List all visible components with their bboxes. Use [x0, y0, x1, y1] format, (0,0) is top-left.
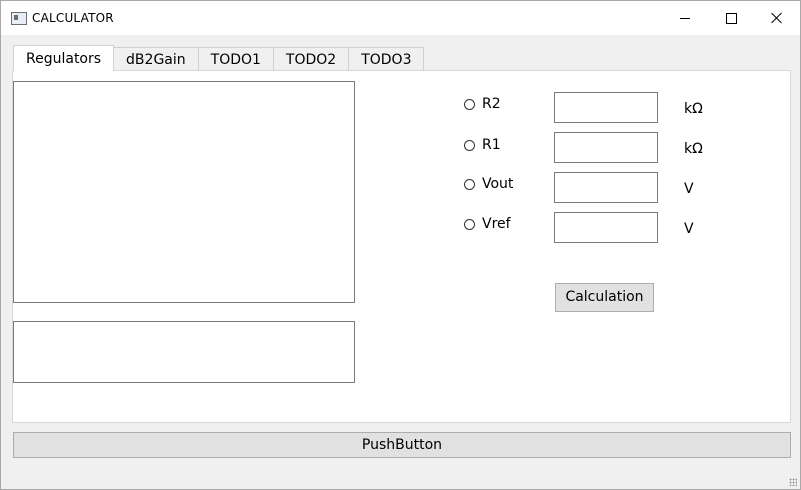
- radio-r1[interactable]: R1: [464, 136, 501, 154]
- window-title: CALCULATOR: [32, 11, 114, 25]
- radio-vref[interactable]: Vref: [464, 215, 511, 233]
- secondary-text-area[interactable]: [13, 321, 355, 383]
- r1-input[interactable]: [554, 132, 658, 163]
- r2-unit: kΩ: [684, 101, 703, 117]
- tab-todo1[interactable]: TODO1: [197, 47, 274, 71]
- r2-input[interactable]: [554, 92, 658, 123]
- calculator-window: CALCULATOR Regulators dB2Gain TODO1 TODO…: [0, 0, 801, 490]
- radio-vout-circle[interactable]: [464, 178, 475, 190]
- maximize-button[interactable]: [708, 1, 754, 35]
- radio-r2-circle[interactable]: [464, 98, 475, 110]
- main-text-area[interactable]: [13, 81, 355, 303]
- radio-r1-circle[interactable]: [464, 139, 475, 151]
- close-icon: [771, 12, 783, 24]
- radio-r1-label: R1: [482, 137, 501, 153]
- radio-vref-label: Vref: [482, 216, 511, 232]
- close-button[interactable]: [754, 1, 800, 35]
- app-icon: [11, 12, 27, 25]
- radio-r2-label: R2: [482, 96, 501, 112]
- tab-regulators[interactable]: Regulators: [13, 45, 115, 71]
- tab-db2gain[interactable]: dB2Gain: [113, 47, 199, 71]
- tab-todo2[interactable]: TODO2: [272, 47, 350, 71]
- radio-vref-circle[interactable]: [464, 218, 475, 230]
- tab-todo3[interactable]: TODO3: [348, 47, 425, 71]
- r1-unit: kΩ: [684, 141, 703, 157]
- vref-unit: V: [684, 221, 694, 237]
- tab-bar: Regulators dB2Gain TODO1 TODO2 TODO3: [13, 45, 425, 71]
- push-button[interactable]: PushButton: [13, 432, 791, 458]
- calculation-button[interactable]: Calculation: [555, 283, 654, 312]
- vout-unit: V: [684, 181, 694, 197]
- title-bar[interactable]: CALCULATOR: [1, 1, 800, 35]
- maximize-icon: [725, 12, 737, 24]
- radio-vout-label: Vout: [482, 176, 514, 192]
- vref-input[interactable]: [554, 212, 658, 243]
- minimize-button[interactable]: [662, 1, 708, 35]
- vout-input[interactable]: [554, 172, 658, 203]
- radio-r2[interactable]: R2: [464, 95, 501, 113]
- minimize-icon: [680, 17, 690, 19]
- resize-grip-icon[interactable]: [789, 478, 797, 486]
- radio-vout[interactable]: Vout: [464, 175, 513, 193]
